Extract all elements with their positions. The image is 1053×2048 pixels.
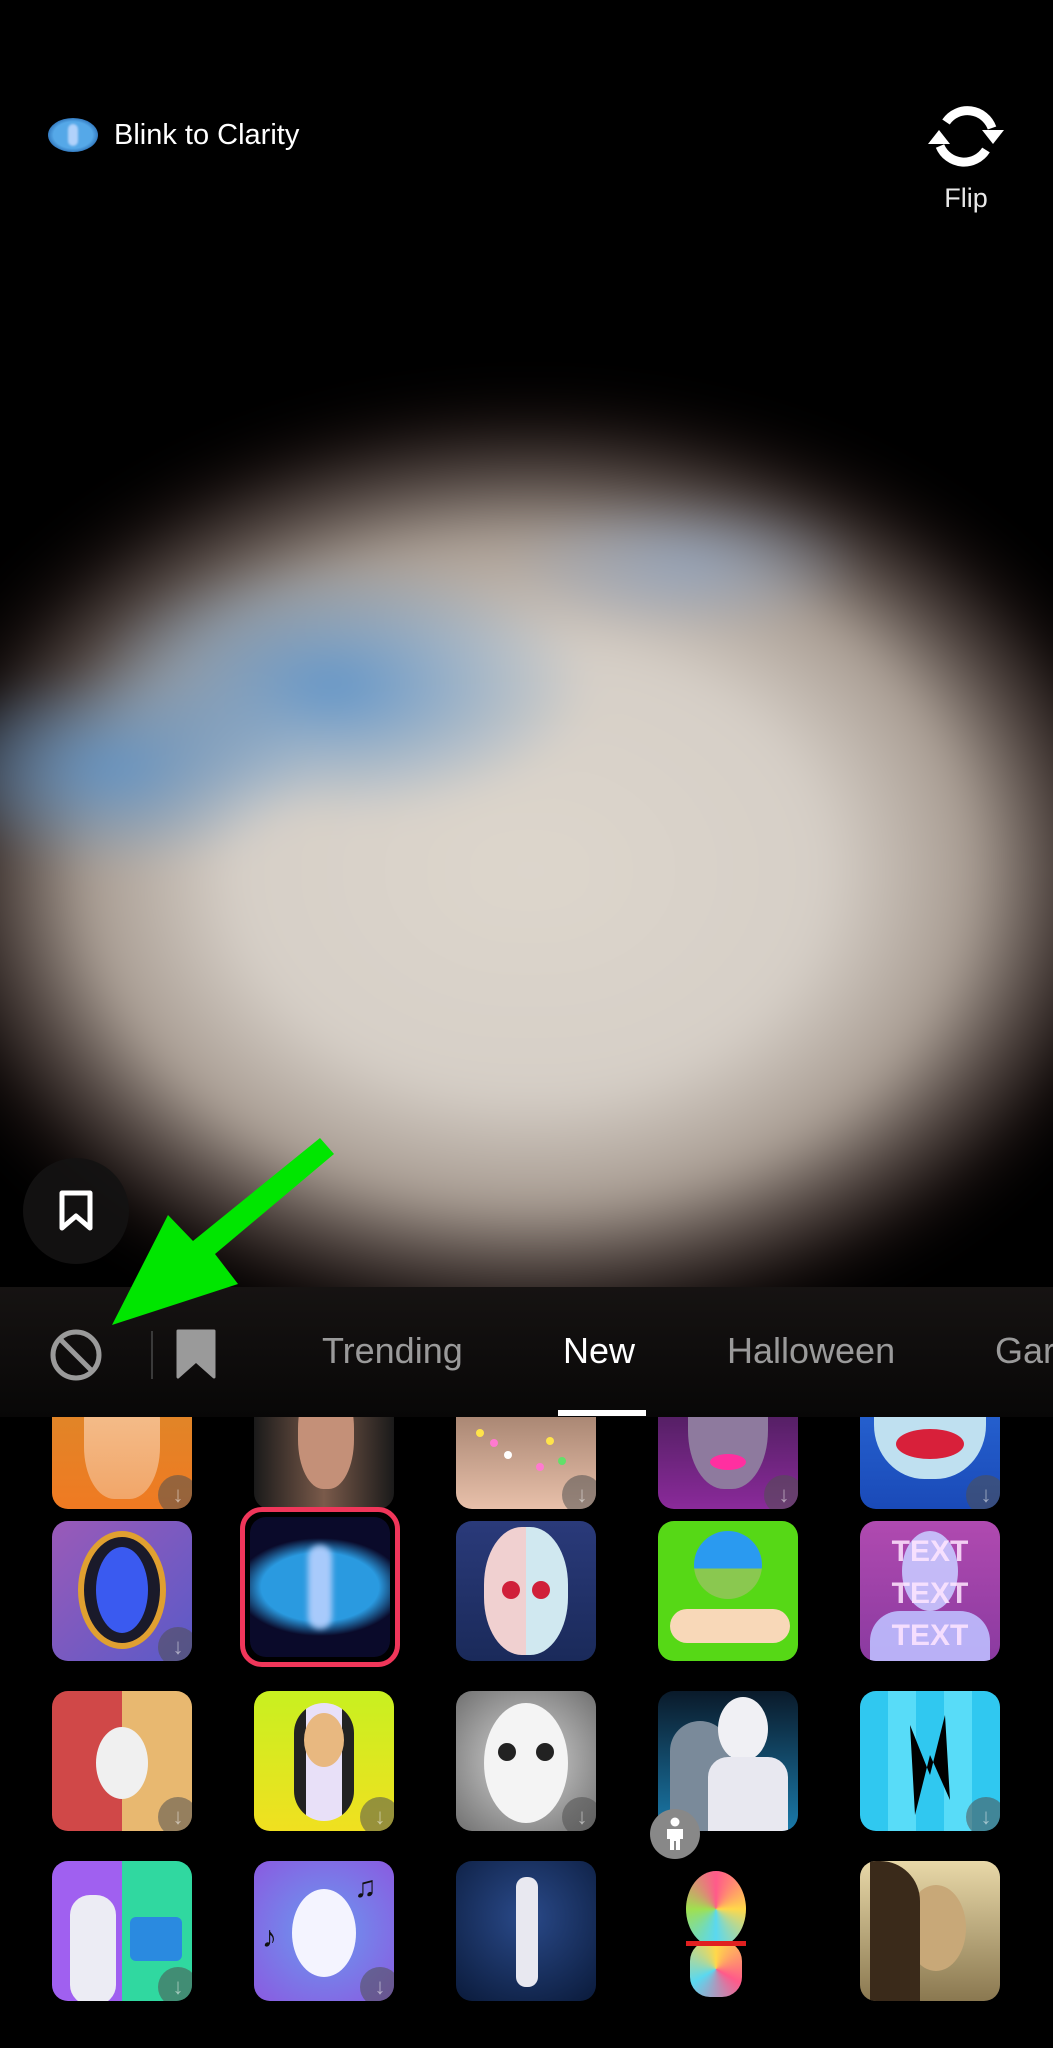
person-badge	[650, 1809, 700, 1859]
download-icon: ↓	[360, 1967, 394, 2001]
add-to-favorites-button[interactable]	[23, 1158, 129, 1264]
effect-sepia-portrait[interactable]	[860, 1861, 1000, 2001]
effect-robot-dance[interactable]	[456, 1861, 596, 2001]
music-note-icon: ♫	[354, 1871, 377, 1904]
effect-flower-statue[interactable]	[658, 1861, 798, 2001]
effects-panel: Trending New Halloween Gar ↓ ↓ ↓ ↓ ↓ TEX…	[0, 1287, 1053, 2048]
text-overlay-2: TEXT	[891, 1577, 969, 1610]
flip-label: Flip	[944, 183, 988, 213]
category-tabbar: Trending New Halloween Gar	[0, 1287, 1053, 1417]
download-icon: ↓	[966, 1475, 1000, 1509]
text-overlay-3: TEXT	[891, 1619, 969, 1652]
tab-divider	[151, 1331, 153, 1379]
effect-body-photo-upload[interactable]: ↓	[52, 1861, 192, 2001]
effect-blink-to-clarity[interactable]	[250, 1517, 390, 1657]
effect-lightning-pixels[interactable]: ↓	[860, 1691, 1000, 1831]
download-icon: ↓	[562, 1475, 596, 1509]
text-overlay-1: TEXT	[891, 1535, 969, 1568]
download-icon: ↓	[158, 1627, 192, 1661]
bookmark-outline-icon	[59, 1190, 93, 1231]
download-icon: ↓	[158, 1797, 192, 1831]
effect-flower-freckles[interactable]: ↓	[456, 1417, 596, 1509]
rotate-arrows-icon	[928, 106, 1004, 167]
download-icon: ↓	[966, 1797, 1000, 1831]
tab-halloween[interactable]: Halloween	[727, 1330, 895, 1372]
effect-blue-face-red-lips[interactable]: ↓	[860, 1417, 1000, 1509]
blurred-preview	[0, 340, 1053, 1290]
effect-cyborg-mask[interactable]	[456, 1521, 596, 1661]
effect-name: Blink to Clarity	[114, 118, 300, 151]
effect-music-head[interactable]: ♫ ♪ ↓	[254, 1861, 394, 2001]
effect-hand-photo[interactable]	[658, 1521, 798, 1661]
effect-devil-angel[interactable]: ↓	[52, 1691, 192, 1831]
effects-grid: ↓ ↓ ↓ ↓ ↓ TEXT TEXT TEXT ↓ ↓ ↓ ↓ ↓ ♫ ♪ ↓	[0, 1417, 1053, 2048]
effect-doll-face[interactable]: ↓	[456, 1691, 596, 1831]
effect-cat-costume[interactable]: ↓	[254, 1691, 394, 1831]
active-tab-indicator	[558, 1410, 646, 1416]
current-effect[interactable]: Blink to Clarity	[48, 118, 299, 152]
person-icon	[667, 1817, 683, 1850]
download-icon: ↓	[158, 1475, 192, 1509]
lightning-icon	[910, 1715, 950, 1815]
effect-purple-face-lips[interactable]: ↓	[658, 1417, 798, 1509]
prohibited-icon	[50, 1329, 102, 1381]
camera-preview: Blink to Clarity Flip	[0, 0, 1053, 1290]
effect-glam-portrait[interactable]	[254, 1417, 394, 1509]
download-icon: ↓	[562, 1797, 596, 1831]
blink-eye-figure-icon	[48, 118, 98, 152]
download-icon: ↓	[764, 1475, 798, 1509]
flip-button[interactable]: Flip	[918, 100, 1014, 214]
tab-new[interactable]: New	[563, 1330, 635, 1372]
download-icon: ↓	[360, 1797, 394, 1831]
music-note-icon: ♪	[262, 1921, 277, 1954]
effect-mirror-mask[interactable]: ↓	[52, 1521, 192, 1661]
tab-games[interactable]: Gar	[995, 1330, 1053, 1372]
effect-melting-face[interactable]: ↓	[52, 1417, 192, 1509]
tab-trending[interactable]: Trending	[322, 1330, 463, 1372]
download-icon: ↓	[158, 1967, 192, 2001]
saved-effects-tab[interactable]	[174, 1327, 218, 1386]
no-effect-button[interactable]	[48, 1327, 104, 1388]
bookmark-filled-icon	[176, 1329, 216, 1379]
effect-text-face[interactable]: TEXT TEXT TEXT	[860, 1521, 1000, 1661]
